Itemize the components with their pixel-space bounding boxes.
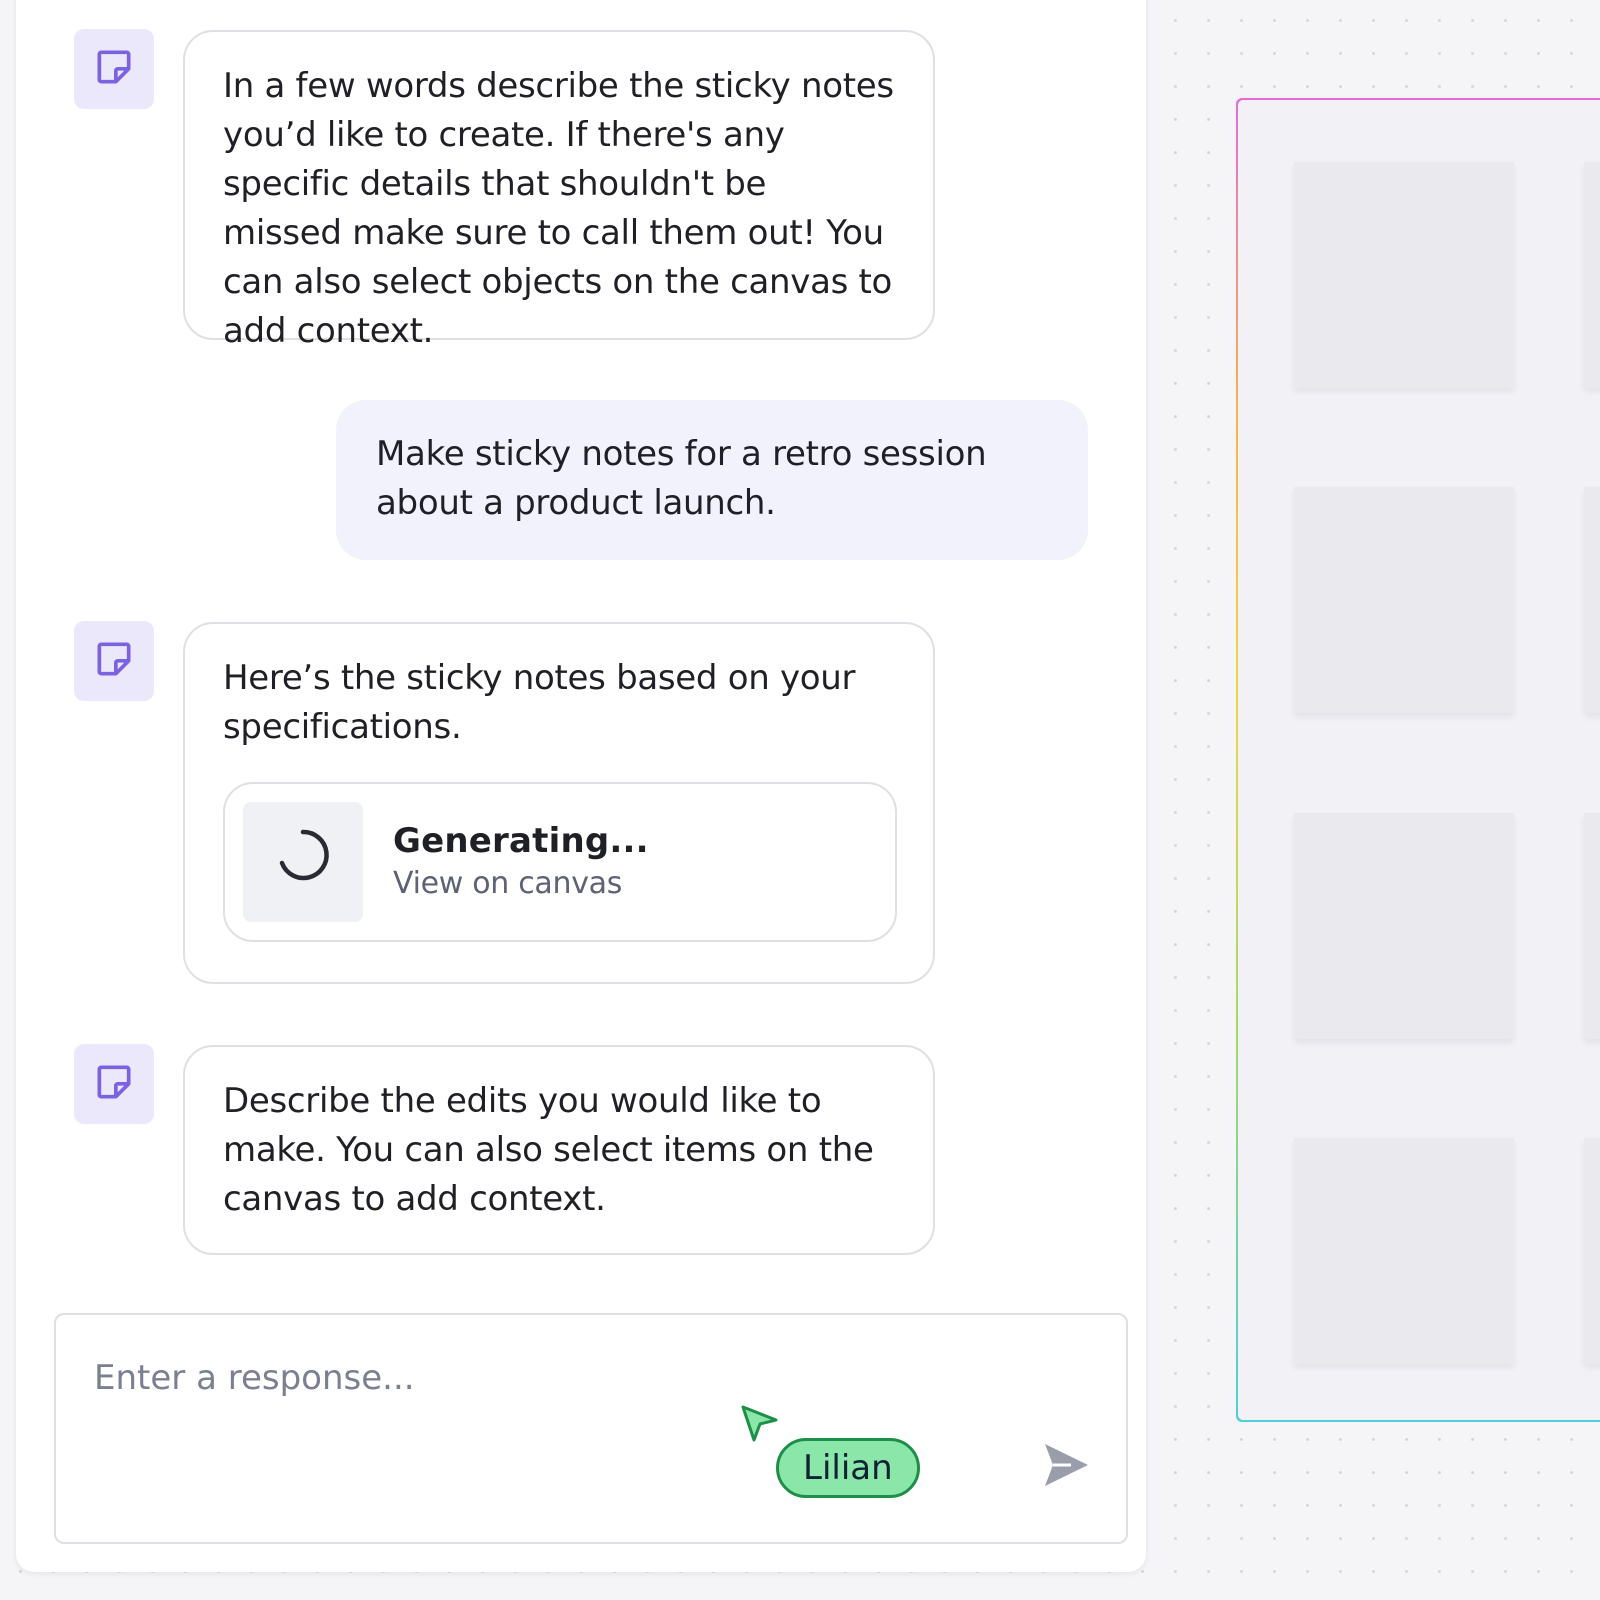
assistant-message: In a few words describe the sticky notes… <box>183 30 935 351</box>
assistant-message: Describe the edits you would like to mak… <box>183 1045 935 1255</box>
generation-card[interactable]: Generating... View on canvas <box>223 782 897 942</box>
user-message: Make sticky notes for a retro session ab… <box>336 400 1088 560</box>
sticky-note-icon <box>92 1060 136 1108</box>
message-text: Make sticky notes for a retro session ab… <box>376 434 987 523</box>
generation-status: Generating... <box>393 821 649 861</box>
cursor-pointer-icon <box>740 1404 780 1448</box>
sticky-note-placeholder[interactable] <box>1584 813 1600 1039</box>
message-text: Here’s the sticky notes based on your sp… <box>223 658 856 747</box>
response-input-box[interactable] <box>54 1313 1128 1544</box>
assistant-avatar <box>74 1044 154 1124</box>
send-button[interactable] <box>1036 1437 1096 1497</box>
message-text: Describe the edits you would like to mak… <box>223 1081 874 1219</box>
sticky-note-icon <box>92 45 136 93</box>
collaborator-name-tag: Lilian <box>776 1438 920 1498</box>
loading-spinner-icon <box>276 828 330 896</box>
sticky-note-placeholder[interactable] <box>1294 813 1514 1039</box>
view-on-canvas-link[interactable]: View on canvas <box>393 863 649 905</box>
collaborator-cursor: Lilian <box>740 1404 940 1504</box>
message-text: In a few words describe the sticky notes… <box>223 66 894 351</box>
sticky-note-icon <box>92 637 136 685</box>
send-arrow-icon <box>1041 1440 1091 1494</box>
sticky-note-placeholder[interactable] <box>1294 162 1514 388</box>
assistant-avatar <box>74 29 154 109</box>
sticky-note-placeholder[interactable] <box>1294 487 1514 713</box>
sticky-note-placeholder[interactable] <box>1584 487 1600 713</box>
assistant-message: Here’s the sticky notes based on your sp… <box>183 622 935 984</box>
assistant-avatar <box>74 621 154 701</box>
response-input[interactable] <box>94 1353 794 1403</box>
generation-thumbnail <box>243 802 363 922</box>
sticky-note-placeholder[interactable] <box>1584 1138 1600 1364</box>
sticky-note-placeholder[interactable] <box>1584 162 1600 388</box>
ai-chat-panel: In a few words describe the sticky notes… <box>16 0 1146 1572</box>
sticky-note-placeholder[interactable] <box>1294 1138 1514 1364</box>
